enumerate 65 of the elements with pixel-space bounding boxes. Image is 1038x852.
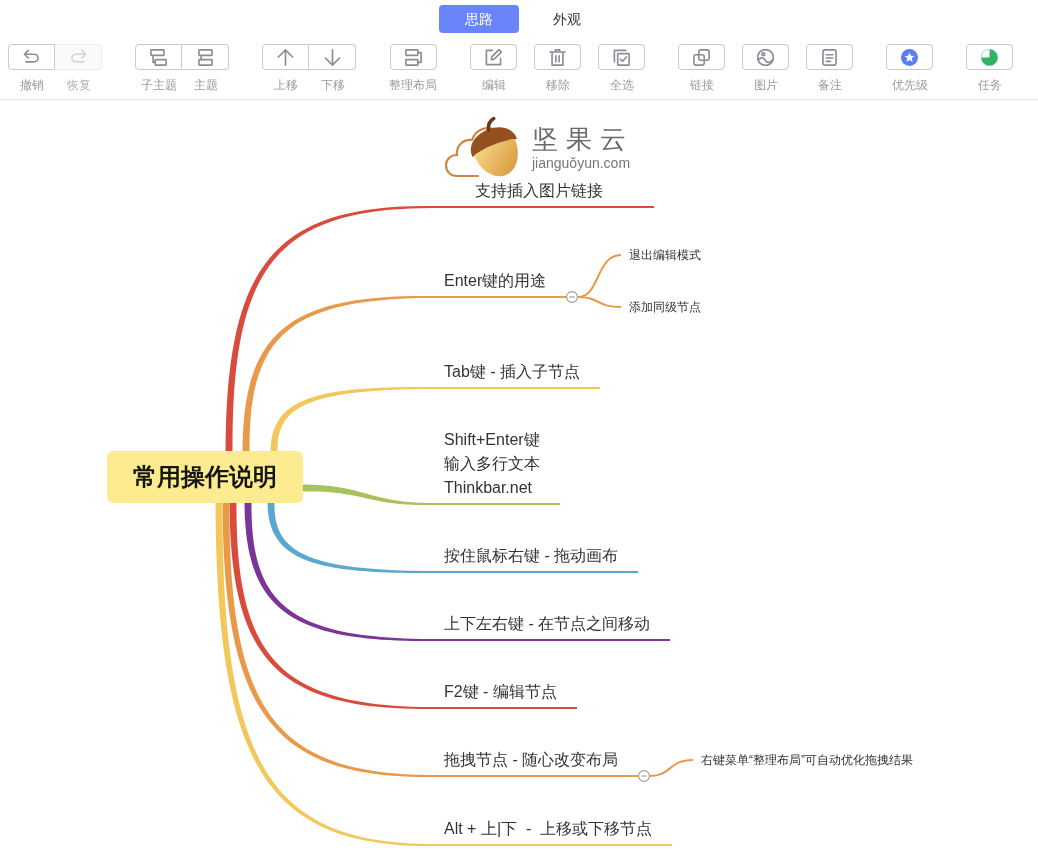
link-button[interactable] [678,44,725,70]
subtopic-text[interactable]: 退出编辑模式 [629,247,701,263]
logo-caption: jianguǒyun.com [532,154,632,172]
priority-button[interactable] [886,44,933,70]
tool-label: 子主题 [140,77,177,93]
central-topic[interactable]: 常用操作说明 [107,451,303,503]
move-up-button[interactable] [262,44,309,70]
tab[interactable]: 外观 [527,5,607,33]
arrow-up-icon [277,48,294,66]
topic-text[interactable]: 支持插入图片链接 [475,179,603,203]
arrow-down-icon [323,48,341,66]
branch-boxes-icon [150,48,167,66]
tool-label: 全选 [609,77,634,93]
stacked-boxes-icon [196,48,214,66]
topic-text[interactable]: F2键 - 编辑节点 [444,680,557,704]
tool-label: 备注 [817,77,842,93]
tool-label: 上移 [273,77,298,93]
topic-text[interactable]: 拖拽节点 - 随心改变布局 [444,748,619,772]
task-button[interactable] [966,44,1013,70]
box-bracket-icon [404,48,422,66]
tidy-layout-button[interactable] [389,44,437,70]
topic-text[interactable]: Tab键 - 插入子节点 [444,360,580,384]
progress-pie-icon [981,48,998,66]
topic-text[interactable]: Alt + 上|下 - 上移或下移节点 [444,817,653,841]
undo-button[interactable] [8,44,55,70]
subtopic-text[interactable]: 右键菜单“整理布局”可自动优化拖拽结果 [701,752,913,768]
topic-text[interactable]: Shift+Enter键 [444,428,540,452]
tool-label: 图片 [753,77,778,93]
topic-text[interactable]: 上下左右键 - 在节点之间移动 [444,612,651,636]
subtopic-text[interactable]: 添加同级节点 [629,299,701,315]
topic-text[interactable]: 输入多行文本 [444,452,540,476]
tool-label: 整理布局 [389,77,437,93]
select-all-button[interactable] [598,44,645,70]
image-button[interactable] [742,44,789,70]
tool-label: 任务 [977,77,1002,93]
collapse-icon[interactable] [566,291,578,303]
redo-icon [69,48,87,66]
tool-label: 撤销 [19,77,44,93]
subtopic-line [649,759,694,777]
tool-label: 恢复 [66,77,91,93]
tool-label: 下移 [320,77,345,93]
picture-icon [757,48,774,66]
tool-label: 优先级 [891,77,928,93]
tool-label: 移除 [545,77,570,93]
undo-icon [23,48,40,66]
star-badge-icon [901,48,918,66]
move-down-button[interactable] [309,44,356,70]
document-icon [821,48,838,66]
tool-label: 主题 [193,77,218,93]
topic-text[interactable]: Thinkbar.net [444,476,540,500]
topic-text[interactable]: 按住鼠标右键 - 拖动画布 [444,544,619,568]
linked-squares-icon [693,48,710,66]
subtopic-button[interactable] [135,44,182,70]
checked-squares-icon [613,48,630,66]
topic-text[interactable]: Enter键的用途 [444,269,547,293]
topic-button[interactable] [182,44,229,70]
edit-button[interactable] [470,44,517,70]
tool-label: 编辑 [481,77,506,93]
note-button[interactable] [806,44,853,70]
collapse-icon[interactable] [638,770,650,782]
tool-label: 链接 [689,77,714,93]
remove-button[interactable] [534,44,581,70]
pencil-icon [485,48,502,66]
logo-title: 坚果云 [532,124,634,154]
trash-icon [549,48,566,66]
